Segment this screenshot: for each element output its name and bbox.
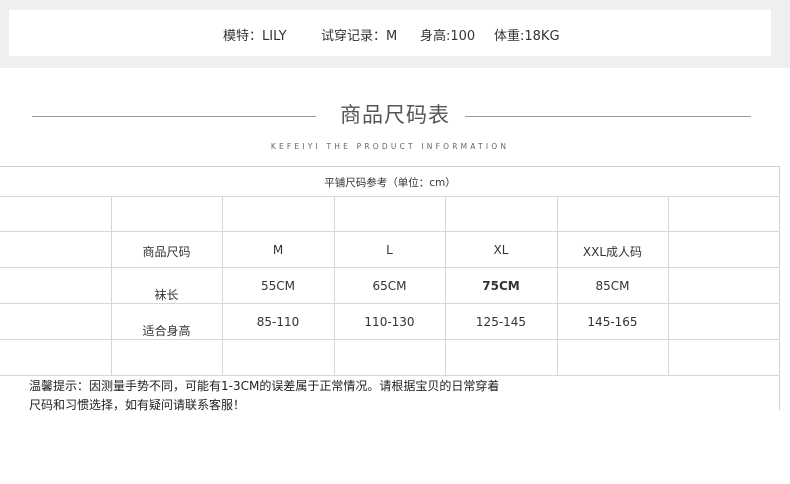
table-cell: 85-110	[256, 315, 300, 329]
table-header-cell: XL	[493, 243, 509, 257]
table-header-cell: XXL成人码	[582, 245, 643, 259]
table-header-cell: 商品尺码	[142, 245, 191, 259]
table-cell: 110-130	[364, 315, 415, 329]
model-info-band: 模特：LILY 试穿记录：M 身高:100 体重:18KG	[0, 0, 790, 68]
row-divider	[0, 231, 780, 232]
table-cell: 145-165	[587, 315, 638, 329]
section-title: 商品尺码表	[340, 103, 450, 127]
model-weight: 体重:18KG	[494, 29, 560, 44]
table-row-label: 适合身高	[142, 324, 191, 338]
model-height: 身高:100	[420, 29, 476, 44]
title-divider-right	[465, 116, 751, 117]
table-cell: 125-145	[475, 315, 527, 329]
care-note-line-2: 尺码和习惯选择，如有疑问请联系客服！	[29, 398, 246, 412]
table-caption: 平铺尺码参考（单位：cm）	[324, 177, 456, 189]
fitting-record: 试穿记录：M	[321, 29, 398, 44]
row-divider	[0, 375, 780, 376]
table-header-cell: M	[272, 243, 284, 257]
care-note-line-1: 温馨提示：因测量手势不同，可能有1-3CM的误差属于正常情况。请根据宝贝的日常穿…	[29, 379, 500, 393]
table-row-label: 袜长	[154, 288, 179, 302]
table-header-cell: L	[386, 243, 393, 257]
section-title-bar: 商品尺码表	[0, 95, 790, 135]
table-cell: 55CM	[260, 279, 295, 293]
section-subtitle: KEFEIYI THE PRODUCT INFORMATION	[270, 142, 510, 151]
table-cell: 65CM	[372, 279, 407, 293]
row-divider	[0, 267, 780, 268]
table-cell: 85CM	[595, 279, 630, 293]
table-cell: 75CM	[482, 279, 520, 293]
size-table: 平铺尺码参考（单位：cm） 商品尺码 M L XL XXL成人码 袜长 55CM…	[0, 166, 780, 412]
row-divider	[0, 196, 780, 197]
column-divider	[668, 196, 669, 376]
row-divider	[0, 303, 780, 304]
model-name: 模特：LILY	[223, 29, 287, 44]
model-info-box: 模特：LILY 试穿记录：M 身高:100 体重:18KG	[9, 10, 771, 56]
row-divider	[0, 339, 780, 340]
